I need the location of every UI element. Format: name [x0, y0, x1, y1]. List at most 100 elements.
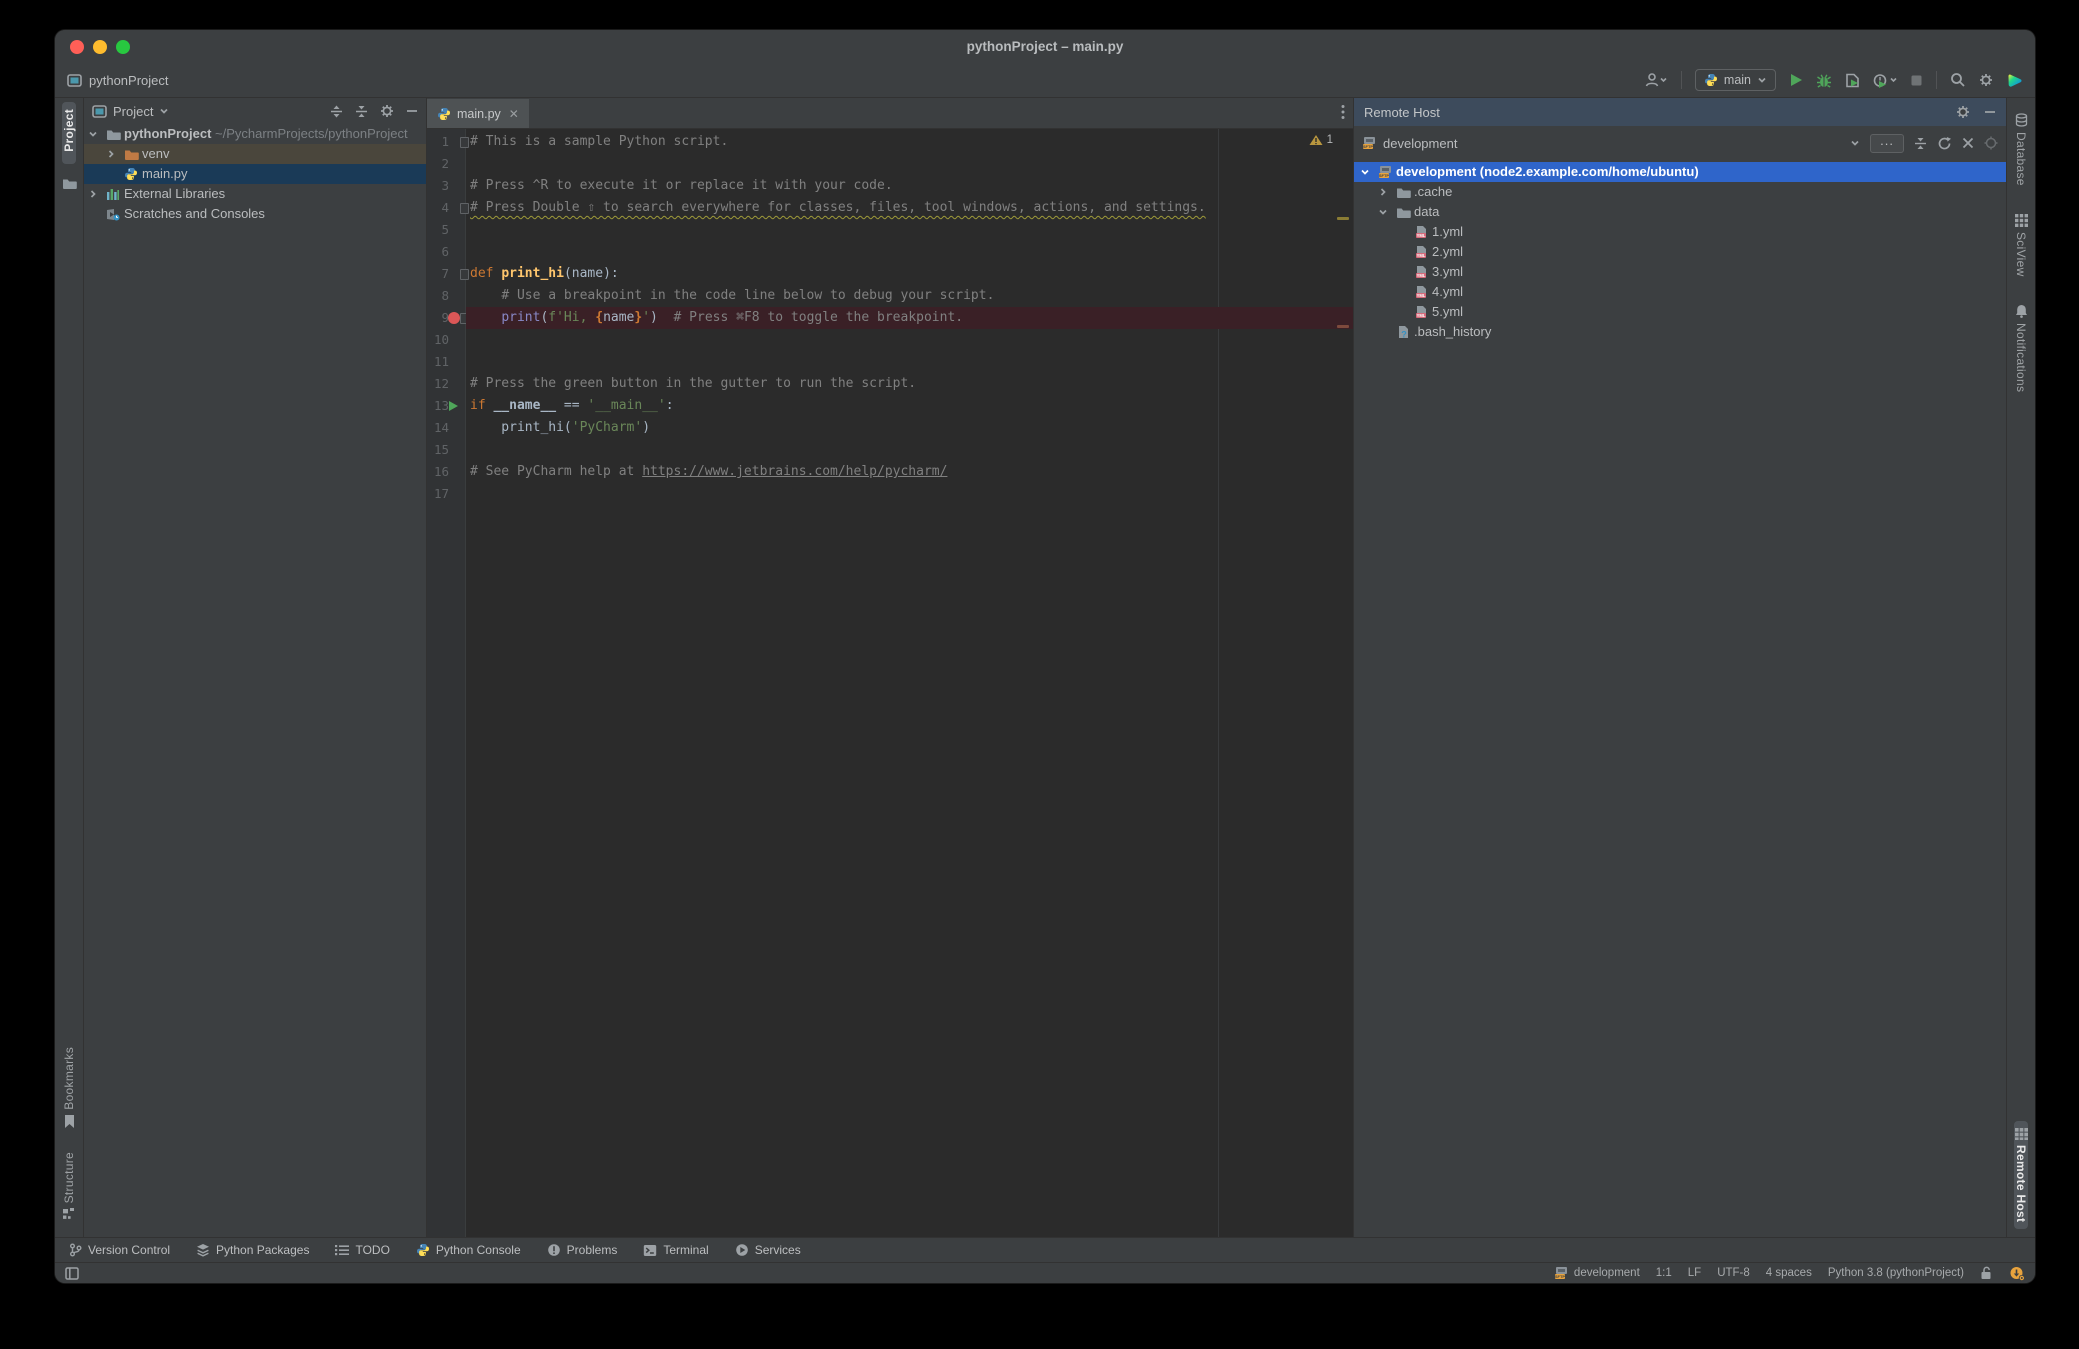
tree-row--bash-history[interactable]: ? .bash_history: [1354, 322, 2006, 342]
close-window-button[interactable]: [70, 39, 84, 54]
code-line-4[interactable]: # Press Double ⇧ to search everywhere fo…: [466, 197, 1353, 219]
hide-remote-host-button[interactable]: [1984, 106, 1996, 118]
tree-row-3-yml[interactable]: YML 3.yml: [1354, 262, 2006, 282]
run-with-coverage-button[interactable]: [1845, 73, 1860, 88]
code-line-3[interactable]: # Press ^R to execute it or replace it w…: [466, 175, 1353, 197]
search-everywhere-button[interactable]: [1950, 72, 1966, 88]
toolwindow-button-python-packages[interactable]: Python Packages: [196, 1243, 309, 1257]
chevron-down-icon[interactable]: [1360, 167, 1370, 177]
tree-row-venv[interactable]: venv: [84, 144, 426, 164]
debug-button[interactable]: [1816, 73, 1832, 88]
toolwindow-tab-bookmarks[interactable]: Bookmarks: [62, 1040, 76, 1135]
minimize-window-button[interactable]: [93, 39, 107, 54]
user-account-button[interactable]: [1644, 72, 1668, 88]
collapse-all-button[interactable]: [355, 105, 368, 118]
code-line-15[interactable]: [466, 439, 1353, 461]
tree-row--cache[interactable]: .cache: [1354, 182, 2006, 202]
event-status[interactable]: [2009, 1266, 2025, 1281]
code-line-7[interactable]: def print_hi(name):: [466, 263, 1353, 285]
status-1-1[interactable]: 1:1: [1656, 1267, 1672, 1279]
toolwindow-button-python-console[interactable]: Python Console: [416, 1243, 521, 1257]
toolwindow-tab-remote-host[interactable]: Remote Host: [2014, 1120, 2028, 1229]
toolwindow-button-version-control[interactable]: Version Control: [69, 1243, 170, 1257]
expand-all-button[interactable]: [330, 105, 343, 118]
remote-connection-select[interactable]: SFTP development: [1362, 136, 1860, 151]
jetbrains-logo-icon[interactable]: [2006, 72, 2023, 89]
toolwindow-tab-notifications[interactable]: Notifications: [2014, 297, 2028, 399]
code-line-8[interactable]: # Use a breakpoint in the code line belo…: [466, 285, 1353, 307]
tree-row-2-yml[interactable]: YML 2.yml: [1354, 242, 2006, 262]
gutter-line-15[interactable]: 15: [427, 439, 465, 461]
gutter-line-8[interactable]: 8: [427, 285, 465, 307]
code-line-1[interactable]: # This is a sample Python script.: [466, 131, 1353, 153]
code-line-5[interactable]: [466, 219, 1353, 241]
gutter-line-7[interactable]: 7: [427, 263, 469, 285]
gutter-line-4[interactable]: 4: [427, 197, 469, 219]
chevron-right-icon[interactable]: [106, 149, 116, 159]
editor-gutter[interactable]: 1 2 3 4 5 6 7 8 9 10 11 12 13 14 15 16 17: [427, 129, 469, 1237]
gutter-line-5[interactable]: 5: [427, 219, 465, 241]
toolwindow-tab-sciview[interactable]: SciView: [2014, 207, 2028, 284]
gutter-line-13[interactable]: 13: [427, 395, 465, 417]
gutter-line-1[interactable]: 1: [427, 131, 469, 153]
gutter-line-10[interactable]: 10: [427, 329, 465, 351]
chevron-down-icon[interactable]: [1378, 207, 1388, 217]
gutter-line-2[interactable]: 2: [427, 153, 465, 175]
chevron-right-icon[interactable]: [88, 189, 98, 199]
toolwindow-button-problems[interactable]: Problems: [547, 1243, 617, 1257]
gutter-line-16[interactable]: 16: [427, 461, 465, 483]
folder-button[interactable]: [62, 170, 77, 197]
gutter-line-6[interactable]: 6: [427, 241, 465, 263]
code-line-13[interactable]: if __name__ == '__main__':: [466, 395, 1353, 417]
code-line-9[interactable]: print(f'Hi, {name}') # Press ⌘F8 to togg…: [466, 307, 1353, 329]
code-line-6[interactable]: [466, 241, 1353, 263]
tree-row-development-node2-example-com-home-ubuntu-[interactable]: SFTP development (node2.example.com/home/…: [1354, 162, 2006, 182]
close-tab-icon[interactable]: ✕: [509, 107, 519, 121]
toolwindow-button-services[interactable]: Services: [735, 1243, 801, 1257]
gutter-line-9[interactable]: 9: [427, 307, 469, 329]
toolwindow-button-todo[interactable]: TODO: [335, 1243, 390, 1257]
remote-host-options-button[interactable]: [1956, 105, 1970, 119]
run-button[interactable]: [1789, 73, 1803, 87]
tree-row-1-yml[interactable]: YML 1.yml: [1354, 222, 2006, 242]
profiler-button[interactable]: [1873, 73, 1897, 88]
status-4-spaces[interactable]: 4 spaces: [1766, 1267, 1812, 1279]
code-line-12[interactable]: # Press the green button in the gutter t…: [466, 373, 1353, 395]
tree-row-external-libraries[interactable]: External Libraries: [84, 184, 426, 204]
toolwindow-tab-project[interactable]: Project: [62, 102, 76, 164]
gutter-line-3[interactable]: 3: [427, 175, 465, 197]
tree-row-5-yml[interactable]: YML 5.yml: [1354, 302, 2006, 322]
browse-connections-button[interactable]: ...: [1870, 133, 1904, 153]
toolwindow-button-terminal[interactable]: Terminal: [643, 1243, 709, 1257]
toolwindow-tab-database[interactable]: Database: [2014, 106, 2028, 193]
tree-row-4-yml[interactable]: YML 4.yml: [1354, 282, 2006, 302]
collapse-all-button[interactable]: [1914, 137, 1927, 150]
status-python-3-8-pythonproject-[interactable]: Python 3.8 (pythonProject): [1828, 1267, 1964, 1279]
hide-project-panel-button[interactable]: [406, 105, 418, 117]
tree-row-pythonproject[interactable]: pythonProject ~/PycharmProjects/pythonPr…: [84, 124, 426, 144]
gutter-line-11[interactable]: 11: [427, 351, 465, 373]
toolwindow-layout-icon[interactable]: [65, 1266, 79, 1280]
code-line-11[interactable]: [466, 351, 1353, 373]
gutter-line-12[interactable]: 12: [427, 373, 465, 395]
code-line-14[interactable]: print_hi('PyCharm'): [466, 417, 1353, 439]
status-utf-8[interactable]: UTF-8: [1717, 1267, 1750, 1279]
tree-row-scratches-and-consoles[interactable]: Scratches and Consoles: [84, 204, 426, 224]
tree-row-main-py[interactable]: main.py: [84, 164, 426, 184]
chevron-right-icon[interactable]: [1378, 187, 1388, 197]
inspections-widget[interactable]: 1: [1309, 134, 1333, 146]
toolwindow-tab-structure[interactable]: Structure: [62, 1145, 76, 1227]
status-development[interactable]: SFTP development: [1554, 1266, 1640, 1280]
scrollbar-warning-mark[interactable]: [1337, 217, 1349, 220]
settings-button[interactable]: [1979, 73, 1993, 87]
code-line-16[interactable]: # See PyCharm help at https://www.jetbra…: [466, 461, 1353, 483]
code-line-17[interactable]: [466, 483, 1353, 505]
gutter-line-17[interactable]: 17: [427, 483, 465, 505]
chevron-down-icon[interactable]: [159, 106, 169, 116]
unlock-status[interactable]: [1980, 1266, 1993, 1280]
tab-options-kebab-icon[interactable]: [1341, 104, 1345, 120]
code-line-2[interactable]: [466, 153, 1353, 175]
select-in-tree-button[interactable]: [1984, 136, 1998, 150]
status-lf[interactable]: LF: [1688, 1267, 1701, 1279]
run-line-icon[interactable]: [449, 401, 458, 411]
